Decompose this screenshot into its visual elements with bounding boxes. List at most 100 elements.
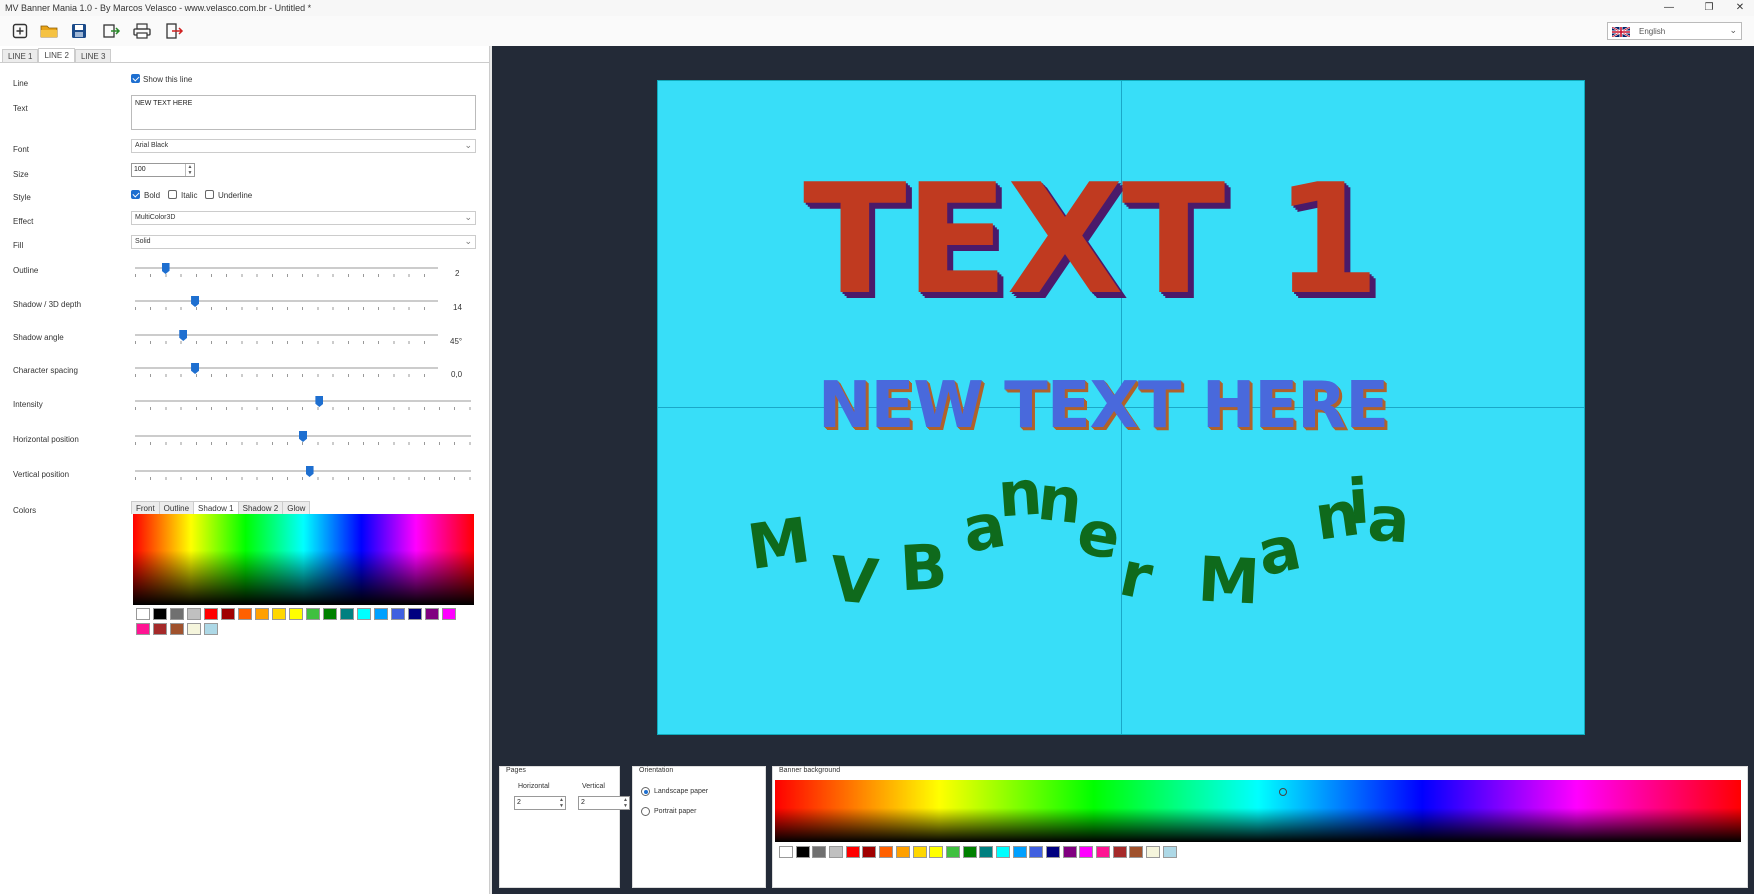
color-swatch[interactable]: [204, 608, 218, 620]
shadow-depth-slider[interactable]: [135, 296, 438, 310]
vpos-slider[interactable]: [135, 466, 471, 480]
outline-slider[interactable]: [135, 263, 438, 277]
color-swatch[interactable]: [425, 608, 439, 620]
color-swatch[interactable]: [945, 846, 960, 858]
minimize-button[interactable]: —: [1656, 0, 1682, 16]
color-swatch[interactable]: [879, 846, 894, 858]
color-swatch[interactable]: [845, 846, 860, 858]
slider-thumb[interactable]: [299, 431, 307, 442]
hpos-slider[interactable]: [135, 431, 471, 445]
new-icon[interactable]: [9, 20, 31, 42]
stepper-arrows-icon[interactable]: ▲ ▼: [559, 797, 564, 809]
color-swatch[interactable]: [795, 846, 810, 858]
intensity-slider[interactable]: [135, 396, 471, 410]
color-swatch[interactable]: [1062, 846, 1077, 858]
open-folder-icon[interactable]: [38, 20, 60, 42]
maximize-button[interactable]: ❐: [1696, 0, 1722, 16]
color-swatch[interactable]: [238, 608, 252, 620]
color-swatch[interactable]: [1129, 846, 1144, 858]
text-input[interactable]: NEW TEXT HERE: [131, 95, 476, 130]
color-swatch[interactable]: [1146, 846, 1161, 858]
char-spacing-slider[interactable]: [135, 363, 438, 377]
color-swatch[interactable]: [136, 623, 150, 635]
tab-shadow-2[interactable]: Shadow 2: [237, 501, 284, 514]
fill-select[interactable]: Solid ⌄: [131, 235, 476, 249]
color-swatch[interactable]: [272, 608, 286, 620]
portrait-radio[interactable]: [641, 807, 650, 816]
slider-thumb[interactable]: [179, 330, 188, 341]
close-button[interactable]: ✕: [1727, 0, 1753, 16]
color-swatch[interactable]: [306, 608, 320, 620]
color-swatch[interactable]: [340, 608, 354, 620]
color-swatch[interactable]: [1012, 846, 1027, 858]
horizontal-pages-stepper[interactable]: 2 ▲ ▼: [514, 796, 566, 810]
background-spectrum[interactable]: [775, 780, 1741, 842]
color-swatch[interactable]: [1029, 846, 1044, 858]
color-swatch[interactable]: [136, 608, 150, 620]
slider-thumb[interactable]: [305, 466, 314, 477]
banner-canvas[interactable]: TEXT 1 NEW TEXT HERE MVBannerMania: [657, 80, 1585, 735]
slider-thumb[interactable]: [191, 363, 200, 374]
export-icon[interactable]: [101, 20, 123, 42]
tab-line-1[interactable]: LINE 1: [2, 49, 39, 62]
color-spectrum[interactable]: [133, 514, 474, 605]
color-swatch[interactable]: [779, 846, 793, 858]
color-swatch[interactable]: [862, 846, 877, 858]
intensity-label: Intensity: [13, 400, 43, 409]
shadow-angle-slider[interactable]: [135, 330, 438, 344]
color-swatch[interactable]: [1112, 846, 1127, 858]
color-swatch[interactable]: [170, 623, 184, 635]
tab-front[interactable]: Front: [131, 501, 160, 514]
color-swatch[interactable]: [1046, 846, 1060, 858]
color-swatch[interactable]: [357, 608, 371, 620]
color-swatch[interactable]: [255, 608, 269, 620]
color-swatch[interactable]: [391, 608, 405, 620]
color-swatch[interactable]: [912, 846, 927, 858]
stepper-arrows-icon[interactable]: ▲ ▼: [623, 797, 628, 809]
color-swatch[interactable]: [153, 608, 167, 620]
color-swatch[interactable]: [442, 608, 456, 620]
show-line-checkbox[interactable]: [131, 74, 140, 83]
color-swatch[interactable]: [153, 623, 167, 635]
tab-glow[interactable]: Glow: [282, 501, 311, 514]
save-icon[interactable]: [68, 20, 90, 42]
color-swatch[interactable]: [204, 623, 218, 635]
vertical-pages-stepper[interactable]: 2 ▲ ▼: [578, 796, 630, 810]
font-select[interactable]: Arial Black ⌄: [131, 139, 476, 153]
effect-select[interactable]: MultiColor3D ⌄: [131, 211, 476, 225]
underline-checkbox[interactable]: [205, 190, 214, 199]
color-swatch[interactable]: [187, 623, 201, 635]
color-swatch[interactable]: [187, 608, 201, 620]
italic-checkbox[interactable]: [168, 190, 177, 199]
slider-thumb[interactable]: [161, 263, 170, 274]
landscape-radio[interactable]: [641, 787, 650, 796]
color-swatch[interactable]: [1096, 846, 1111, 858]
tab-line-3[interactable]: LINE 3: [74, 49, 112, 62]
color-swatch[interactable]: [408, 608, 422, 620]
bold-checkbox[interactable]: [131, 190, 140, 199]
color-swatch[interactable]: [170, 608, 184, 620]
language-select[interactable]: English ⌄: [1607, 22, 1742, 40]
color-swatch[interactable]: [829, 846, 844, 858]
slider-thumb[interactable]: [315, 396, 324, 407]
color-swatch[interactable]: [995, 846, 1010, 858]
color-swatch[interactable]: [221, 608, 235, 620]
color-swatch[interactable]: [812, 846, 827, 858]
color-swatch[interactable]: [929, 846, 944, 858]
color-swatch[interactable]: [979, 846, 994, 858]
color-swatch[interactable]: [323, 608, 337, 620]
stepper-arrows-icon[interactable]: ▲ ▼: [185, 164, 194, 176]
exit-icon[interactable]: [164, 20, 186, 42]
slider-thumb[interactable]: [191, 296, 200, 307]
color-swatch[interactable]: [1079, 846, 1094, 858]
color-swatch[interactable]: [289, 608, 303, 620]
color-swatch[interactable]: [962, 846, 977, 858]
color-swatch[interactable]: [374, 608, 388, 620]
color-swatch[interactable]: [895, 846, 910, 858]
tab-shadow-1[interactable]: Shadow 1: [193, 501, 239, 514]
tab-line-2[interactable]: LINE 2: [38, 48, 75, 62]
tab-outline[interactable]: Outline: [158, 501, 195, 514]
color-swatch[interactable]: [1162, 846, 1177, 858]
size-stepper[interactable]: 100 ▲ ▼: [131, 163, 195, 177]
print-icon[interactable]: [131, 20, 153, 42]
